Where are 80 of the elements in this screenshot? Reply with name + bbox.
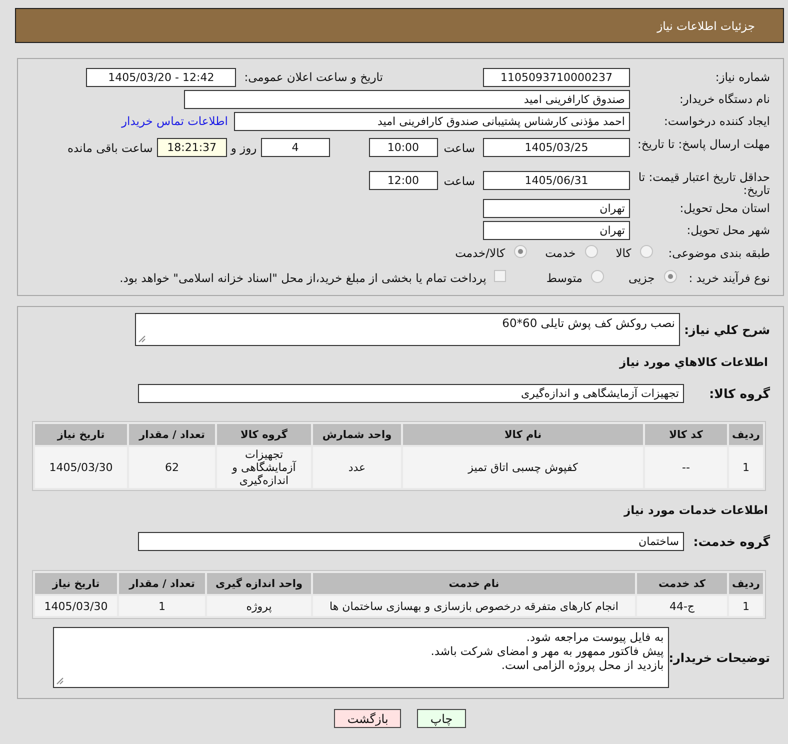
radio-label: جزیی — [628, 271, 655, 285]
province-field[interactable]: تهران — [483, 198, 630, 218]
remaining-days-field[interactable]: 4 — [260, 138, 330, 157]
page-title: جزئیات اطلاعات نیاز — [657, 18, 755, 32]
field-label: گروه کالا: — [709, 386, 770, 402]
field-label: نام دستگاه خریدار: — [678, 92, 770, 106]
radio-label: خدمت — [545, 246, 576, 260]
field-label: تاریخ و ساعت اعلان عمومی: — [244, 70, 383, 84]
validity-time-field[interactable]: 12:00 — [368, 171, 438, 190]
table-cell: 1 — [729, 596, 763, 616]
column-header: واحد اندازه گیری — [207, 573, 311, 594]
table-cell: انجام کارهای متفرقه درخصوص بازسازی و بهسازی ساختمان ها — [313, 596, 635, 616]
field-label: شهر محل تحویل: — [686, 223, 770, 237]
table-cell: 1 — [729, 447, 763, 488]
time-label: ساعت — [444, 140, 475, 154]
deadline-time-field[interactable]: 10:00 — [368, 138, 438, 157]
service-group-field[interactable]: ساختمان — [138, 532, 684, 551]
column-header: نام خدمت — [313, 573, 635, 594]
back-button[interactable]: بازگشت — [334, 709, 402, 728]
radio-label: متوسط — [546, 271, 582, 285]
table-cell: 62 — [129, 447, 215, 488]
column-header: ردیف — [729, 424, 763, 445]
goods-group-field[interactable]: تجهیزات آزمایشگاهی و اندازه‌گیری — [138, 384, 684, 403]
validity-date-field[interactable]: 1405/06/31 — [483, 171, 630, 190]
field-label: گروه خدمت: — [693, 534, 770, 550]
field-label: حداقل تاریخ اعتبار قیمت: تا تاریخ: — [637, 170, 770, 197]
table-cell: 1405/03/30 — [35, 596, 117, 616]
table-cell: عدد — [313, 447, 401, 488]
section-heading: اطلاعات کالاهاي مورد نیاز — [618, 354, 769, 370]
buyer-notes-textarea[interactable]: به فایل پیوست مراجعه شود. پیش فاکتور ممهور به مهر و امضای شرکت باشد. بازدید از محل پروژه الزامی است. — [53, 627, 669, 688]
table-cell: 1 — [119, 596, 205, 616]
table-cell: تجهیزات آزمایشگاهی و اندازه‌گیری — [217, 447, 311, 488]
field-label: مهلت ارسال پاسخ: تا تاریخ: — [636, 137, 770, 151]
remaining-label: ساعت باقی مانده — [68, 140, 153, 154]
checkbox[interactable] — [494, 270, 506, 282]
field-label: طبقه بندی موضوعی: — [668, 246, 770, 260]
radio-button[interactable] — [584, 244, 598, 258]
section-heading: اطلاعات خدمات مورد نیاز — [622, 502, 769, 518]
column-header: واحد شمارش — [313, 424, 401, 445]
radio-label: کالا/خدمت — [455, 246, 506, 260]
checkbox-label: پرداخت تمام یا بخشی از مبلغ خرید،از محل "اسناد خزانه اسلامی" خواهد بود. — [120, 271, 486, 285]
table-cell: پروژه — [207, 596, 311, 616]
radio-button[interactable] — [591, 270, 604, 282]
field-label: استان محل تحویل: — [678, 201, 770, 215]
column-header: تعداد / مقدار — [129, 424, 215, 445]
field-label: شماره نیاز: — [714, 70, 770, 84]
column-header: تعداد / مقدار — [119, 573, 205, 594]
column-header: کد خدمت — [637, 573, 727, 594]
field-label: توضیحات خریدار: — [668, 650, 770, 666]
column-header: کد کالا — [645, 424, 727, 445]
table-cell: ج-44 — [637, 596, 727, 616]
table-cell: 1405/03/30 — [35, 447, 127, 488]
resize-handle-icon — [138, 335, 146, 343]
days-label: روز و — [230, 140, 257, 154]
field-label: ایجاد کننده درخواست: — [663, 114, 770, 128]
table-cell: -- — [645, 447, 727, 488]
column-header: ردیف — [729, 573, 763, 594]
city-field[interactable]: تهران — [483, 220, 630, 240]
need-number-field[interactable]: 1105093710000237 — [483, 68, 630, 86]
announce-datetime-field[interactable]: 1405/03/20 - 12:42 — [86, 68, 236, 86]
time-label: ساعت — [444, 174, 475, 188]
column-header: نام کالا — [403, 424, 643, 445]
field-label: نوع فرآیند خرید : — [688, 271, 770, 285]
radio-button[interactable] — [664, 270, 677, 282]
column-header: تاریخ نیاز — [35, 424, 127, 445]
table-cell: کفپوش چسبی اتاق تمیز — [403, 447, 643, 488]
print-button[interactable]: چاپ — [417, 709, 466, 728]
remaining-time-field[interactable]: 18:21:37 — [156, 138, 227, 157]
radio-button[interactable] — [640, 244, 654, 258]
deadline-date-field[interactable]: 1405/03/25 — [483, 138, 630, 157]
requester-field[interactable]: احمد مؤذنی کارشناس پشتیبانی صندوق کارافرینی امید — [234, 112, 630, 130]
radio-label: کالا — [616, 246, 632, 260]
description-textarea[interactable]: نصب روکش کف پوش تایلی 60*60 — [135, 313, 680, 346]
resize-handle-icon — [56, 677, 64, 685]
column-header: گروه کالا — [217, 424, 311, 445]
column-header: تاریخ نیاز — [35, 573, 117, 594]
buyer-org-field[interactable]: صندوق کارافرینی امید — [184, 90, 630, 108]
field-label: شرح کلي نیاز: — [684, 322, 770, 338]
buyer-contact-link[interactable]: اطلاعات تماس خریدار — [121, 114, 228, 128]
radio-button[interactable] — [514, 244, 528, 258]
